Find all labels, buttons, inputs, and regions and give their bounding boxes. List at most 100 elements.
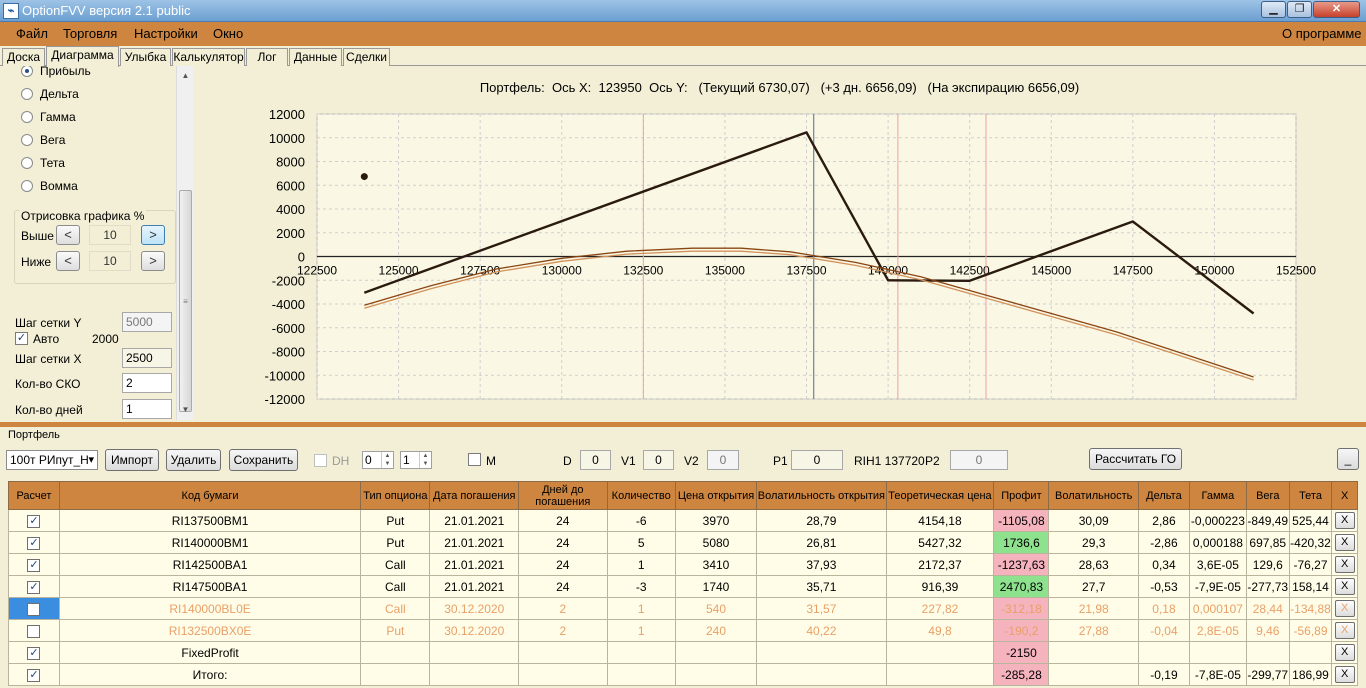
row-calc-checkbox[interactable] — [27, 624, 41, 638]
header-col-code[interactable]: Код бумаги — [58, 481, 362, 510]
delete-button[interactable]: Удалить — [166, 449, 221, 471]
tab-calculator[interactable]: Калькулятор — [172, 48, 245, 66]
radio-theta[interactable] — [21, 157, 33, 169]
below-decrease-button[interactable]: < — [56, 251, 80, 271]
row-calc-cell[interactable]: ✓ — [8, 509, 60, 532]
row-delete-button[interactable]: X — [1334, 600, 1355, 617]
minimize-window-button[interactable]: ▁ — [1261, 1, 1286, 18]
table-row[interactable]: ✓ RI142500BA1 Call 21.01.2021 24 1 3410 37,93 21… — [8, 553, 1358, 576]
row-calc-cell[interactable] — [8, 597, 60, 620]
settings-scrollbar[interactable]: ▲ ≡ ▼ — [176, 66, 193, 420]
row-calc-checkbox[interactable] — [27, 602, 41, 616]
table-row[interactable]: ✓ RI147500BA1 Call 21.01.2021 24 -3 1740 35,71 9… — [8, 575, 1358, 598]
row-calc-checkbox[interactable]: ✓ — [27, 536, 41, 550]
auto-checkbox[interactable]: ✓ — [15, 332, 28, 345]
header-col-theor[interactable]: Теоретическая цена — [885, 481, 995, 510]
scroll-up-icon[interactable]: ▲ — [177, 68, 194, 84]
tab-data[interactable]: Данные — [289, 48, 342, 66]
table-row[interactable]: ✓ Итого: -285,28 -0,19 -7,8E-05 -299,77 186,99… — [8, 663, 1358, 686]
row-calc-checkbox[interactable]: ✓ — [27, 580, 41, 594]
row-calc-cell[interactable] — [8, 619, 60, 642]
menu-settings[interactable]: Настройки — [134, 26, 198, 41]
calc-go-button[interactable]: Рассчитать ГО — [1089, 448, 1182, 470]
scroll-thumb[interactable]: ≡ — [179, 190, 192, 412]
grid-y-input[interactable]: 5000 — [122, 312, 172, 332]
maximize-window-button[interactable]: ❐ — [1287, 1, 1312, 18]
spin-1[interactable]: 0 ▲ ▼ — [362, 451, 394, 469]
table-row[interactable]: ✓ FixedProfit -2150 X — [8, 641, 1358, 664]
row-delete-button[interactable]: X — [1334, 644, 1355, 661]
days-input[interactable]: 1 — [122, 399, 172, 419]
grid-x-input[interactable]: 2500 — [122, 348, 172, 368]
header-col-profit[interactable]: Профит — [993, 481, 1050, 510]
header-col-open-price[interactable]: Цена открытия — [674, 481, 758, 510]
row-delete-button[interactable]: X — [1334, 512, 1355, 529]
cell-vol — [1048, 641, 1139, 664]
header-col-calc[interactable]: Расчет — [8, 481, 60, 510]
cell-code: RI132500BX0E — [58, 619, 362, 642]
row-calc-checkbox[interactable]: ✓ — [27, 514, 41, 528]
row-delete-button[interactable]: X — [1334, 534, 1355, 551]
table-row[interactable]: ✓ RI140000BM1 Put 21.01.2021 24 5 5080 26,81 542… — [8, 531, 1358, 554]
menu-file[interactable]: Файл — [16, 26, 48, 41]
scroll-down-icon[interactable]: ▼ — [177, 402, 194, 418]
d-value: 0 — [580, 450, 611, 470]
dh-checkbox[interactable] — [314, 454, 327, 467]
close-window-button[interactable]: ✕ — [1313, 1, 1360, 18]
spin-arrows-icon[interactable]: ▲ ▼ — [419, 452, 431, 468]
radio-vega[interactable] — [21, 134, 33, 146]
tab-board[interactable]: Доска — [2, 48, 45, 66]
row-delete-button[interactable]: X — [1334, 578, 1355, 595]
header-col-gamma[interactable]: Гамма — [1188, 481, 1247, 510]
m-checkbox[interactable] — [468, 453, 481, 466]
row-delete-button[interactable]: X — [1334, 666, 1355, 683]
header-col-open-vol[interactable]: Волатильность открытия — [756, 481, 887, 510]
header-col-delta[interactable]: Дельта — [1138, 481, 1190, 510]
spin-arrows-icon[interactable]: ▲ ▼ — [381, 452, 393, 468]
radio-delta[interactable] — [21, 88, 33, 100]
menu-about[interactable]: О программе — [1282, 26, 1362, 41]
chart-svg[interactable]: 122500 125000 127500 130000 132500 135000 1375… — [193, 66, 1366, 423]
row-calc-checkbox[interactable]: ✓ — [27, 558, 41, 572]
header-col-vega[interactable]: Вега — [1245, 481, 1290, 510]
row-calc-cell[interactable]: ✓ — [8, 553, 60, 576]
header-col-vol[interactable]: Волатильность — [1048, 481, 1139, 510]
row-delete-button[interactable]: X — [1334, 622, 1355, 639]
below-increase-button[interactable]: > — [141, 251, 165, 271]
header-col-type[interactable]: Тип опциона — [360, 481, 431, 510]
spin-2[interactable]: 1 ▲ ▼ — [400, 451, 432, 469]
row-calc-cell[interactable]: ✓ — [8, 641, 60, 664]
minimize-panel-button[interactable]: _ — [1337, 448, 1359, 470]
header-col-expiry[interactable]: Дата погашения — [429, 481, 520, 510]
row-calc-cell[interactable]: ✓ — [8, 531, 60, 554]
header-col-delete[interactable]: X — [1331, 481, 1358, 510]
save-button[interactable]: Сохранить — [229, 449, 298, 471]
row-calc-checkbox[interactable]: ✓ — [27, 668, 41, 682]
import-button[interactable]: Импорт — [105, 449, 159, 471]
tab-smile[interactable]: Улыбка — [120, 48, 171, 66]
tab-log[interactable]: Лог — [246, 48, 288, 66]
header-col-qty[interactable]: Количество — [606, 481, 676, 510]
sko-input[interactable]: 2 — [122, 373, 172, 393]
tab-diagram[interactable]: Диаграмма — [46, 46, 119, 67]
radio-profit[interactable] — [21, 66, 33, 77]
row-calc-cell[interactable]: ✓ — [8, 575, 60, 598]
table-row[interactable]: RI132500BX0E Put 30.12.2020 2 1 240 40,22 49,8-… — [8, 619, 1358, 642]
portfolio-select[interactable]: 100т РИпут_Н — [6, 450, 98, 470]
row-calc-cell[interactable]: ✓ — [8, 663, 60, 686]
panel-splitter[interactable] — [0, 422, 1366, 427]
radio-vomma[interactable] — [21, 180, 33, 192]
row-delete-button[interactable]: X — [1334, 556, 1355, 573]
table-row[interactable]: RI140000BL0E Call 30.12.2020 2 1 540 31,57 227,… — [8, 597, 1358, 620]
y-tick-label: 12000 — [269, 107, 305, 122]
header-col-days[interactable]: Дней до погашения — [518, 481, 608, 510]
menu-trade[interactable]: Торговля — [63, 26, 117, 41]
above-increase-button[interactable]: > — [141, 225, 165, 245]
tab-deals[interactable]: Сделки — [343, 48, 390, 66]
radio-gamma[interactable] — [21, 111, 33, 123]
header-col-theta[interactable]: Тета — [1288, 481, 1333, 510]
menu-window[interactable]: Окно — [213, 26, 243, 41]
row-calc-checkbox[interactable]: ✓ — [27, 646, 41, 660]
table-row[interactable]: ✓ RI137500BM1 Put 21.01.2021 24 -6 3970 28,79 41… — [8, 509, 1358, 532]
above-decrease-button[interactable]: < — [56, 225, 80, 245]
